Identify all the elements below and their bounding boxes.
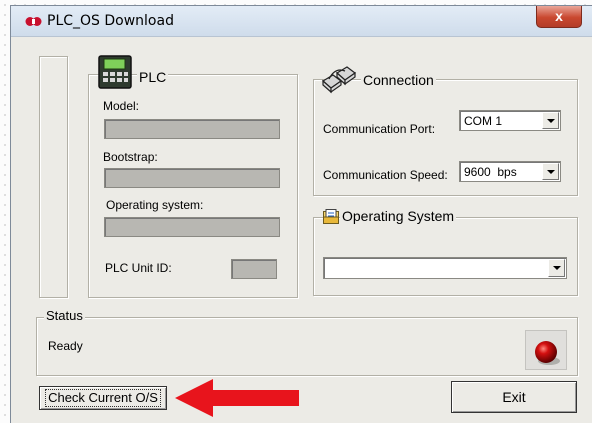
chevron-down-icon[interactable]	[542, 112, 559, 129]
plc-device-icon	[98, 55, 132, 89]
exit-button[interactable]: Exit	[451, 381, 577, 413]
operating-system-select[interactable]	[323, 257, 567, 279]
status-led-frame	[525, 330, 567, 370]
status-group-title: Status	[44, 308, 85, 323]
operating-system-field	[104, 217, 280, 237]
chevron-down-icon[interactable]	[542, 163, 559, 180]
left-panel-frame	[39, 56, 68, 298]
communication-speed-select[interactable]: 9600 bps	[459, 161, 561, 182]
communication-speed-value: 9600 bps	[464, 165, 517, 179]
operating-system-group-title: Operating System	[340, 208, 457, 224]
chevron-down-icon[interactable]	[548, 259, 565, 277]
status-text: Ready	[48, 339, 83, 353]
bootstrap-label: Bootstrap:	[103, 150, 158, 164]
close-button[interactable]: x	[536, 6, 582, 28]
operating-system-icon	[323, 209, 339, 224]
communication-port-label: Communication Port:	[323, 122, 436, 136]
app-logo-icon	[25, 17, 42, 26]
title-bar[interactable]: PLC_OS Download x	[11, 6, 592, 37]
check-current-os-label: Check Current O/S	[45, 389, 161, 407]
operating-system-label: Operating system:	[106, 198, 204, 212]
plc-unit-id-field	[231, 259, 277, 279]
exit-label: Exit	[502, 389, 526, 405]
communication-port-select[interactable]: COM 1	[459, 110, 561, 131]
bootstrap-field	[104, 168, 280, 188]
connection-group-title: Connection	[361, 72, 436, 88]
status-led-icon	[535, 341, 560, 365]
close-icon: x	[555, 8, 563, 24]
communication-port-value: COM 1	[464, 114, 503, 128]
plc-unit-id-label: PLC Unit ID:	[105, 261, 172, 275]
red-arrow-annotation-icon	[175, 379, 299, 417]
plc-os-download-window: PLC_OS Download x PLC Model: Bootstrap: …	[10, 5, 592, 423]
model-field	[104, 119, 280, 139]
communication-speed-label: Communication Speed:	[323, 168, 448, 182]
window-title: PLC_OS Download	[47, 13, 174, 29]
model-label: Model:	[103, 99, 140, 113]
status-group	[36, 317, 578, 376]
connection-icon	[321, 66, 357, 94]
plc-group-title: PLC	[137, 69, 169, 85]
check-current-os-button[interactable]: Check Current O/S	[39, 386, 167, 410]
